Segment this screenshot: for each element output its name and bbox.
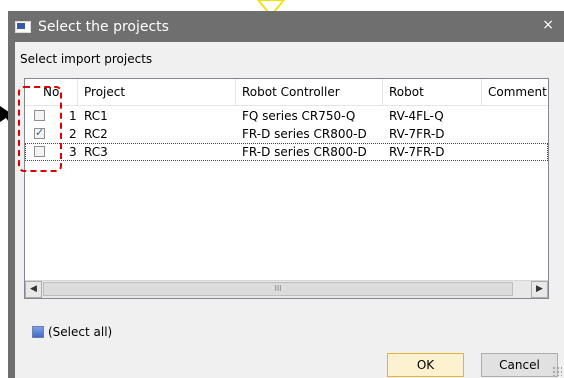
row-controller: FR-D series CR800-D bbox=[242, 145, 367, 159]
cancel-button[interactable]: Cancel bbox=[481, 353, 558, 377]
ok-button[interactable]: OK bbox=[387, 353, 464, 377]
scroll-right-icon[interactable]: ▶ bbox=[531, 281, 548, 298]
checkbox-indeterminate-icon[interactable] bbox=[32, 326, 44, 338]
dialog-window: Select the projects × Select import proj… bbox=[8, 11, 564, 378]
select-all-label[interactable]: (Select all) bbox=[48, 325, 112, 339]
close-icon[interactable]: × bbox=[542, 17, 554, 33]
resize-grip-icon[interactable] bbox=[552, 366, 562, 376]
row-project: RC2 bbox=[84, 127, 108, 141]
row-controller: FR-D series CR800-D bbox=[242, 127, 367, 141]
title-bar[interactable]: Select the projects × bbox=[8, 11, 564, 42]
window-app-icon bbox=[15, 20, 31, 33]
section-label: Select import projects bbox=[20, 52, 153, 66]
row-project: RC1 bbox=[84, 109, 108, 123]
row-robot: RV-7FR-D bbox=[389, 145, 445, 159]
table-row[interactable]: 2 RC2 FR-D series CR800-D RV-7FR-D bbox=[25, 125, 548, 143]
column-header-project[interactable]: Project bbox=[78, 79, 236, 105]
row-robot: RV-4FL-Q bbox=[389, 109, 444, 123]
table-row[interactable]: 3 RC3 FR-D series CR800-D RV-7FR-D bbox=[25, 143, 548, 161]
table-row[interactable]: 1 RC1 FQ series CR750-Q RV-4FL-Q bbox=[25, 107, 548, 125]
column-header-comment[interactable]: Comment bbox=[482, 79, 550, 105]
scroll-left-icon[interactable]: ◀ bbox=[25, 281, 42, 298]
row-project: RC3 bbox=[84, 145, 108, 159]
row-number: 2 bbox=[69, 127, 77, 141]
scroll-thumb[interactable]: III bbox=[43, 282, 513, 296]
row-number: 3 bbox=[69, 145, 77, 159]
column-header-robot[interactable]: Robot bbox=[383, 79, 482, 105]
row-controller: FQ series CR750-Q bbox=[242, 109, 356, 123]
row-number: 1 bbox=[69, 109, 77, 123]
dialog-body: Select import projects No. Project Robot… bbox=[15, 42, 564, 378]
grid-header: No. Project Robot Controller Robot Comme… bbox=[25, 79, 548, 106]
window-title: Select the projects bbox=[38, 18, 169, 35]
projects-grid: No. Project Robot Controller Robot Comme… bbox=[24, 78, 549, 299]
column-header-robot-controller[interactable]: Robot Controller bbox=[236, 79, 383, 105]
annotation-highlight-box bbox=[18, 86, 62, 172]
select-all-checkbox[interactable]: (Select all) bbox=[32, 325, 112, 339]
row-robot: RV-7FR-D bbox=[389, 127, 445, 141]
horizontal-scrollbar[interactable]: ◀ III ▶ bbox=[25, 280, 548, 298]
